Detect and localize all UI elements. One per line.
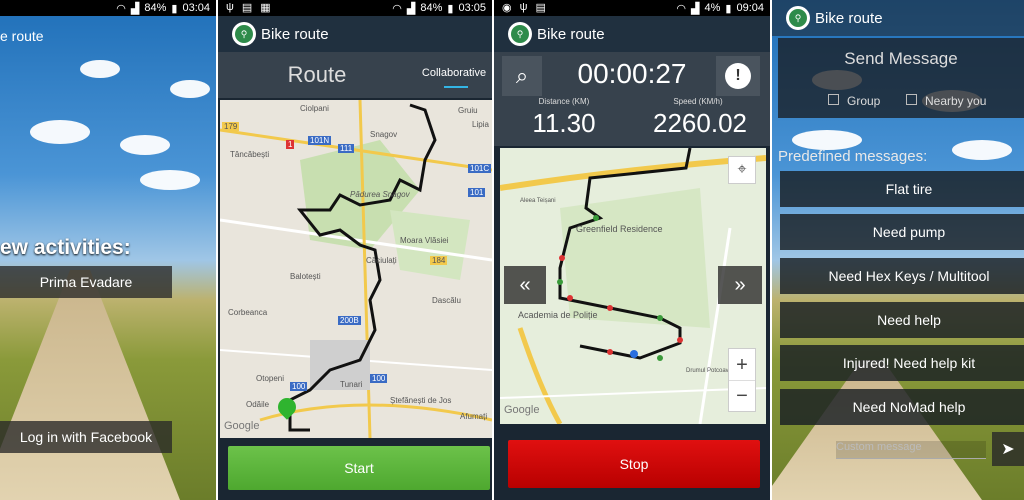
tab-route[interactable]: Route [218, 62, 416, 88]
speed-value: 2260.02 [653, 108, 747, 138]
route-map[interactable]: Ciolpani Gruiu Lipia Snagov Tâncăbești P… [220, 100, 492, 438]
send-message-title: Send Message [844, 49, 958, 68]
tab-bar: Route Collaborative [218, 52, 492, 98]
distance-value: 11.30 [532, 108, 596, 138]
nearby-label: Nearby you [925, 94, 987, 108]
battery-icon: ▮ [725, 2, 732, 15]
send-icon[interactable]: ➤ [992, 432, 1024, 466]
status-bar: ψ ▤ ▦ ◠ ▟ 84% ▮ 03:05 [218, 0, 492, 16]
speed-label: Speed (KM/h) [673, 97, 723, 106]
start-button[interactable]: Start [228, 446, 490, 490]
app-bar: ⚲ Bike route [218, 16, 492, 52]
status-bar: ◉ ψ ▤ ◠ ▟ 4% ▮ 09:04 [494, 0, 770, 16]
location-icon[interactable]: ⌖ [728, 156, 756, 184]
tab-collaborative[interactable]: Collaborative [416, 67, 492, 79]
battery-icon: ▮ [447, 2, 454, 15]
facebook-login-button[interactable]: Log in with Facebook [0, 421, 172, 453]
signal-icon: ▟ [130, 2, 140, 15]
signal-icon: ▟ [406, 2, 416, 15]
app-bar: ⚲ Bike route [494, 16, 770, 52]
stop-button[interactable]: Stop [508, 440, 760, 488]
wifi-icon: ◠ [392, 2, 402, 15]
activities-heading: ew activities: [0, 236, 131, 259]
wifi-icon: ◠ [676, 2, 687, 15]
bike-logo-icon: ⚲ [232, 22, 256, 46]
group-checkbox[interactable] [828, 94, 839, 105]
zoom-icon[interactable]: ⌕ [502, 56, 542, 96]
custom-message-input[interactable]: Custom message [836, 441, 986, 459]
send-message-header: Send Message Group Nearby you [778, 38, 1024, 118]
app-bar: ⚲ Bike route [772, 0, 1024, 36]
message-need-pump[interactable]: Need pump [780, 214, 1024, 250]
timer: 00:00:27 [577, 58, 687, 89]
bike-logo-icon: ⚲ [508, 22, 532, 46]
status-bar: ◠ ▟ 84% ▮ 03:04 [0, 0, 216, 16]
zoom-in-button[interactable]: + [729, 349, 755, 381]
activity-button[interactable]: Prima Evadare [0, 266, 172, 298]
screen-messages: ⚲ Bike route Send Message Group Nearby y… [772, 0, 1024, 500]
screen-tracking: ◉ ψ ▤ ◠ ▟ 4% ▮ 09:04 ⚲ Bike route ⌕ 00:00:… [494, 0, 770, 500]
nearby-checkbox[interactable] [906, 94, 917, 105]
bike-logo-icon: ⚲ [786, 6, 810, 30]
app-title: Bike route [537, 25, 605, 43]
message-flat-tire[interactable]: Flat tire [780, 171, 1024, 207]
next-button[interactable]: » [718, 266, 762, 304]
message-injured[interactable]: Injured! Need help kit [780, 345, 1024, 381]
screen-welcome: ◠ ▟ 84% ▮ 03:04 e route ew activities: P… [0, 0, 216, 500]
signal-icon: ▟ [691, 2, 700, 15]
app-title: Bike route [815, 9, 883, 27]
tab-indicator [444, 86, 468, 88]
prev-button[interactable]: « [504, 266, 546, 304]
message-need-help[interactable]: Need help [780, 302, 1024, 338]
message-need-hex-keys[interactable]: Need Hex Keys / Multitool [780, 258, 1024, 294]
predefined-label: Predefined messages: [778, 148, 928, 165]
wifi-icon: ◠ [116, 2, 126, 15]
zoom-out-button[interactable]: − [729, 381, 755, 412]
screen-route: ψ ▤ ▦ ◠ ▟ 84% ▮ 03:05 ⚲ Bike route Route C… [218, 0, 492, 500]
zoom-controls: + − [728, 348, 756, 412]
battery-icon: ▮ [171, 2, 178, 15]
message-need-nomad-help[interactable]: Need NoMad help [780, 389, 1024, 425]
alert-icon[interactable]: ! [716, 56, 760, 96]
distance-label: Distance (KM) [538, 97, 590, 106]
group-label: Group [847, 94, 881, 108]
app-title: e route [0, 28, 44, 44]
app-title: Bike route [261, 25, 329, 43]
stats-panel: ⌕ 00:00:27 ! Distance (KM) 11.30 Speed (… [494, 52, 770, 146]
